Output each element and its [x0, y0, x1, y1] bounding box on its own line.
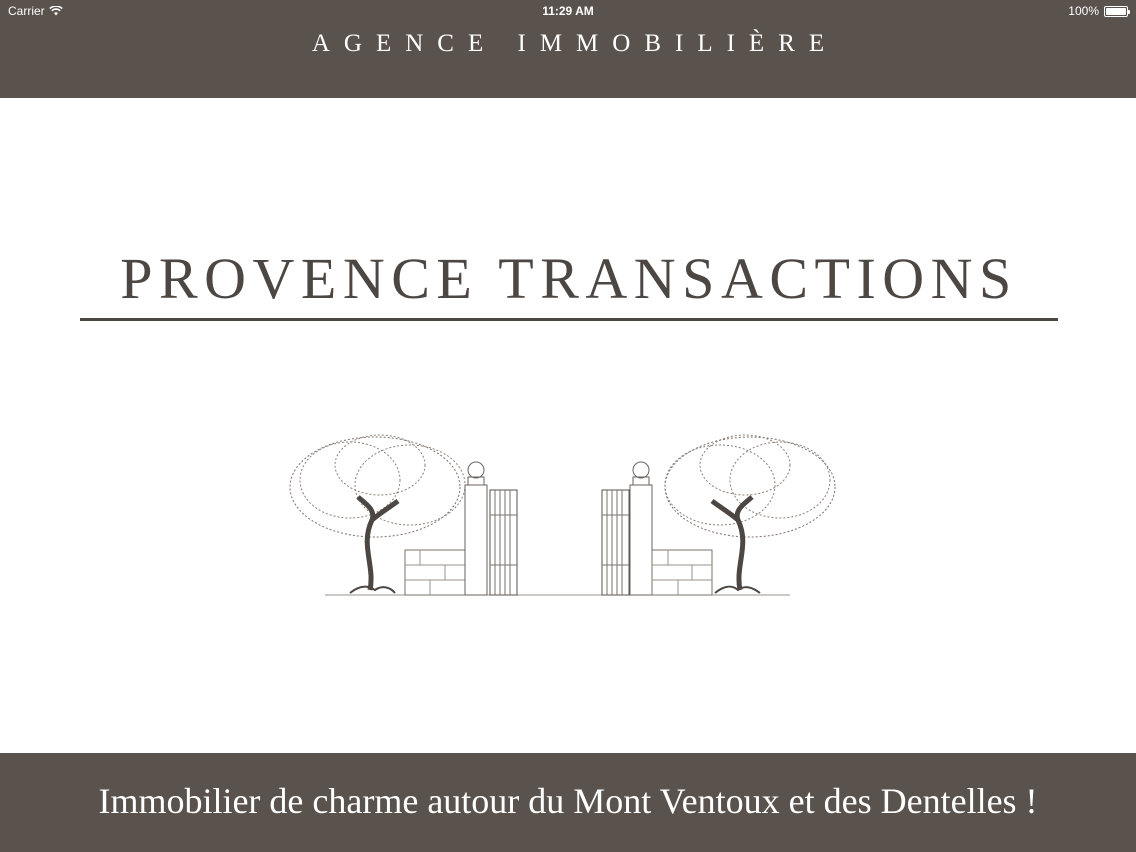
agency-title: AGENCE IMMOBILIÈRE [311, 30, 839, 57]
battery-tip [1128, 9, 1130, 14]
olive-trees-gate-illustration [289, 434, 836, 596]
battery-icon [1104, 5, 1130, 17]
left-gate [489, 489, 518, 596]
left-olive-tree [289, 434, 466, 538]
tagline: Immobilier de charme autour du Mont Vent… [98, 781, 1038, 821]
logo-underline [80, 318, 1058, 321]
battery-percent: 100% [1068, 4, 1099, 18]
status-right: 100% [1068, 4, 1130, 18]
right-gate [601, 489, 630, 596]
right-tree-trunk [710, 495, 754, 591]
status-time: 11:29 AM [542, 4, 594, 18]
status-bar: Carrier 11:29 AM 100% [0, 0, 1136, 22]
right-olive-tree [664, 434, 836, 538]
battery-fill [1106, 7, 1126, 15]
logo-wordmark: PROVENCE TRANSACTIONS [120, 246, 1018, 311]
